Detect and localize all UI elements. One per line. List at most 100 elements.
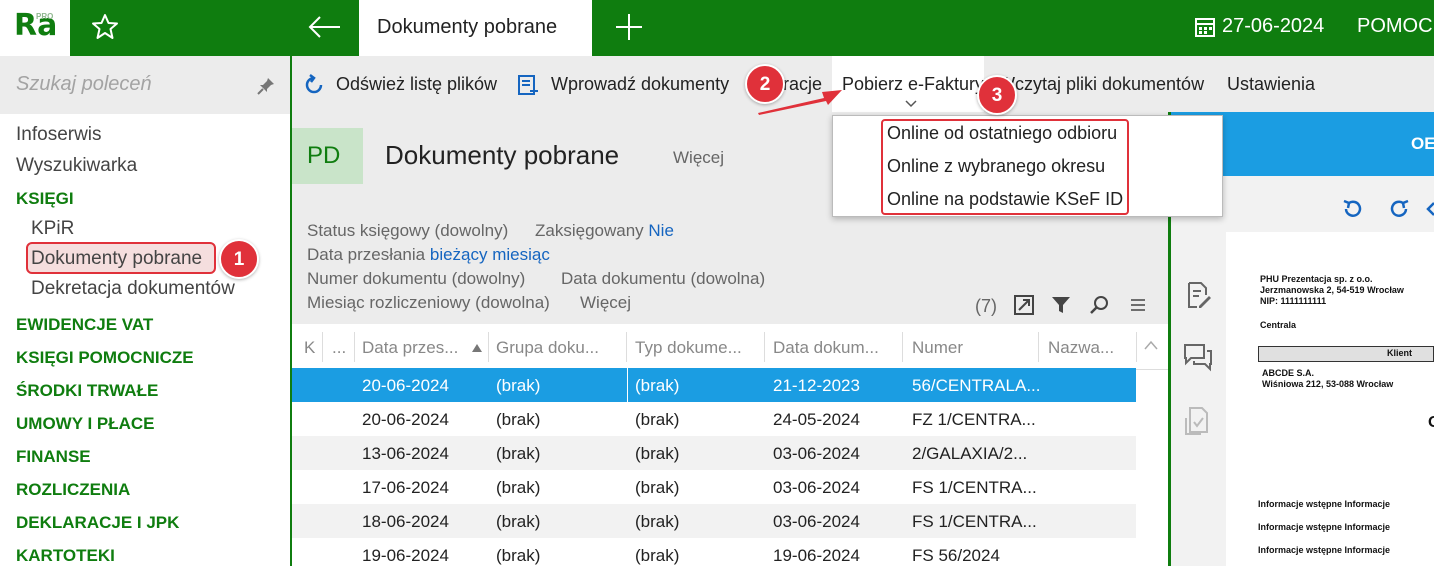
sidebar-item-infoserwis[interactable]: Infoserwis — [16, 124, 102, 146]
col-number[interactable]: Numer — [912, 338, 963, 358]
filter-sent-date[interactable]: Data przesłania bieżący miesiąc — [307, 245, 550, 265]
sidebar-category-srodki-trwale[interactable]: ŚRODKI TRWAŁE — [16, 381, 158, 401]
col-type[interactable]: Typ dokume... — [635, 338, 742, 358]
callout-number: 2 — [759, 74, 771, 95]
filter-doc-date[interactable]: Data dokumentu (dowolna) — [561, 269, 765, 289]
col-separator — [902, 332, 903, 362]
rotate-right-icon[interactable] — [1386, 196, 1412, 222]
add-tab-icon[interactable] — [612, 10, 646, 44]
col-dots[interactable]: ... — [332, 338, 346, 358]
chevron-down-icon — [905, 100, 917, 108]
col-sent-date[interactable]: Data przes... — [362, 338, 458, 358]
arrow-left-icon[interactable] — [1424, 196, 1434, 222]
filter-month[interactable]: Miesiąc rozliczeniowy (dowolna) — [307, 293, 550, 313]
record-count: (7) — [975, 296, 997, 316]
current-date[interactable]: 27-06-2024 — [1222, 15, 1324, 38]
sidebar-category-ksiegi-pomocnicze[interactable]: KSIĘGI POMOCNICZE — [16, 348, 194, 368]
menu-icon[interactable] — [1127, 294, 1149, 316]
col-doc-date[interactable]: Data dokum... — [773, 338, 879, 358]
filters-more-link[interactable]: Więcej — [580, 293, 631, 313]
back-arrow-icon[interactable] — [306, 12, 344, 42]
cell-date: 03-06-2024 — [773, 478, 860, 497]
top-bar: Ra PRO Dokumenty pobrane 27-06-2024 POMO… — [0, 0, 1434, 56]
callout-badge-2: 2 — [745, 64, 785, 104]
filter-icon[interactable] — [1050, 294, 1072, 316]
help-link[interactable]: POMOC — [1357, 15, 1433, 38]
calendar-icon[interactable] — [1194, 16, 1216, 38]
sidebar-category-finanse[interactable]: FINANSE — [16, 447, 91, 467]
sidebar-category-umowy-place[interactable]: UMOWY I PŁACE — [16, 414, 155, 434]
cell-date: 03-06-2024 — [773, 512, 860, 531]
callout-number: 3 — [991, 85, 1003, 106]
sidebar-category-kartoteki[interactable]: KARTOTEKI — [16, 546, 115, 566]
table-row[interactable]: 13-06-2024 (brak) (brak) 03-06-2024 2/GA… — [292, 436, 1136, 470]
settings-menu[interactable]: Ustawienia — [1227, 74, 1315, 95]
app-logo[interactable]: Ra PRO — [0, 0, 70, 56]
document-check-icon[interactable] — [1183, 404, 1213, 436]
table-row[interactable]: 17-06-2024 (brak) (brak) 03-06-2024 FS 1… — [292, 470, 1136, 504]
sidebar-category-ewidencje-vat[interactable]: EWIDENCJE VAT — [16, 315, 153, 335]
col-separator — [764, 332, 765, 362]
cell-sent: 20-06-2024 — [362, 410, 449, 429]
filter-posted[interactable]: Zaksięgowany Nie — [535, 221, 674, 241]
menu-item-ksef-id[interactable]: Online na podstawie KSeF ID — [887, 189, 1123, 210]
table-row[interactable]: 19-06-2024 (brak) (brak) 19-06-2024 FS 5… — [292, 538, 1136, 572]
sidebar-item-dekretacja[interactable]: Dekretacja dokumentów — [31, 278, 235, 300]
menu-item-date-range[interactable]: Online z wybranego okresu — [887, 156, 1105, 177]
fetch-einvoices-menu[interactable]: Pobierz e-Faktury — [842, 74, 984, 95]
toolbar: Odśwież listę plików Wprowadź dokumenty … — [292, 56, 1434, 112]
info-line-1: Informacje wstępne Informacje — [1258, 499, 1391, 509]
filter-status[interactable]: Status księgowy (dowolny) — [307, 221, 508, 241]
header-more-link[interactable]: Więcej — [673, 148, 724, 168]
filter-sent-value[interactable]: bieżący miesiąc — [430, 245, 550, 264]
import-documents-icon[interactable] — [516, 73, 540, 97]
table-row[interactable]: 20-06-2024 (brak) (brak) 24-05-2024 FZ 1… — [292, 402, 1136, 436]
table-row[interactable]: 20-06-2024 (brak) (brak) 21-12-2023 56/C… — [292, 368, 1136, 402]
cell-sent: 17-06-2024 — [362, 478, 449, 497]
col-name[interactable]: Nazwa... — [1048, 338, 1114, 358]
load-files-button[interactable]: Wczytaj pliki dokumentów — [998, 74, 1204, 95]
sidebar-category-rozliczenia[interactable]: ROZLICZENIA — [16, 480, 130, 500]
client-name: ABCDE S.A. — [1262, 368, 1315, 378]
rotate-left-icon[interactable] — [1340, 196, 1366, 222]
refresh-icon[interactable] — [302, 73, 326, 97]
import-documents-button[interactable]: Wprowadź dokumenty — [551, 74, 729, 95]
search-icon[interactable] — [1088, 294, 1110, 316]
seller-nip: NIP: 1111111111 — [1260, 296, 1327, 306]
export-icon[interactable] — [1013, 294, 1035, 316]
col-group[interactable]: Grupa doku... — [496, 338, 599, 358]
cell-number: FS 1/CENTRA... — [912, 512, 1037, 531]
col-separator — [354, 332, 355, 362]
filter-number[interactable]: Numer dokumentu (dowolny) — [307, 269, 525, 289]
grid-header: K ... Data przes... Grupa doku... Typ do… — [292, 324, 1168, 370]
col-separator — [1038, 332, 1039, 362]
cell-type: (brak) — [635, 376, 680, 395]
comments-icon[interactable] — [1182, 342, 1214, 372]
cell-date: 19-06-2024 — [773, 546, 860, 565]
menu-item-since-last[interactable]: Online od ostatniego odbioru — [887, 123, 1117, 144]
sidebar-category-ksiegi[interactable]: KSIĘGI — [16, 189, 74, 209]
star-icon[interactable] — [90, 12, 120, 42]
cell-group: (brak) — [496, 410, 541, 429]
branch-name: Centrala — [1260, 320, 1297, 330]
col-separator — [626, 332, 627, 362]
edit-document-icon[interactable] — [1183, 280, 1213, 310]
module-badge: PD — [292, 128, 363, 184]
table-row[interactable]: 18-06-2024 (brak) (brak) 03-06-2024 FS 1… — [292, 504, 1136, 538]
chevron-up-icon[interactable] — [1144, 340, 1158, 350]
sidebar-category-deklaracje-jpk[interactable]: DEKLARACJE I JPK — [16, 513, 179, 533]
cell-group: (brak) — [496, 444, 541, 463]
cell-separator — [627, 368, 628, 402]
filter-posted-value[interactable]: Nie — [648, 221, 674, 240]
refresh-button[interactable]: Odśwież listę plików — [336, 74, 497, 95]
info-line-2: Informacje wstępne Informacje — [1258, 522, 1391, 532]
tab-dokumenty-pobrane[interactable]: Dokumenty pobrane — [359, 0, 592, 56]
pin-icon[interactable] — [256, 76, 276, 96]
sidebar-item-dokumenty-pobrane[interactable]: Dokumenty pobrane — [31, 248, 202, 270]
sidebar-item-wyszukiwarka[interactable]: Wyszukiwarka — [16, 155, 137, 177]
sidebar-item-kpir[interactable]: KPiR — [31, 218, 74, 240]
cell-type: (brak) — [635, 444, 680, 463]
search-input[interactable] — [16, 73, 236, 96]
col-k[interactable]: K — [304, 338, 315, 358]
cell-number: FS 56/2024 — [912, 546, 1000, 565]
